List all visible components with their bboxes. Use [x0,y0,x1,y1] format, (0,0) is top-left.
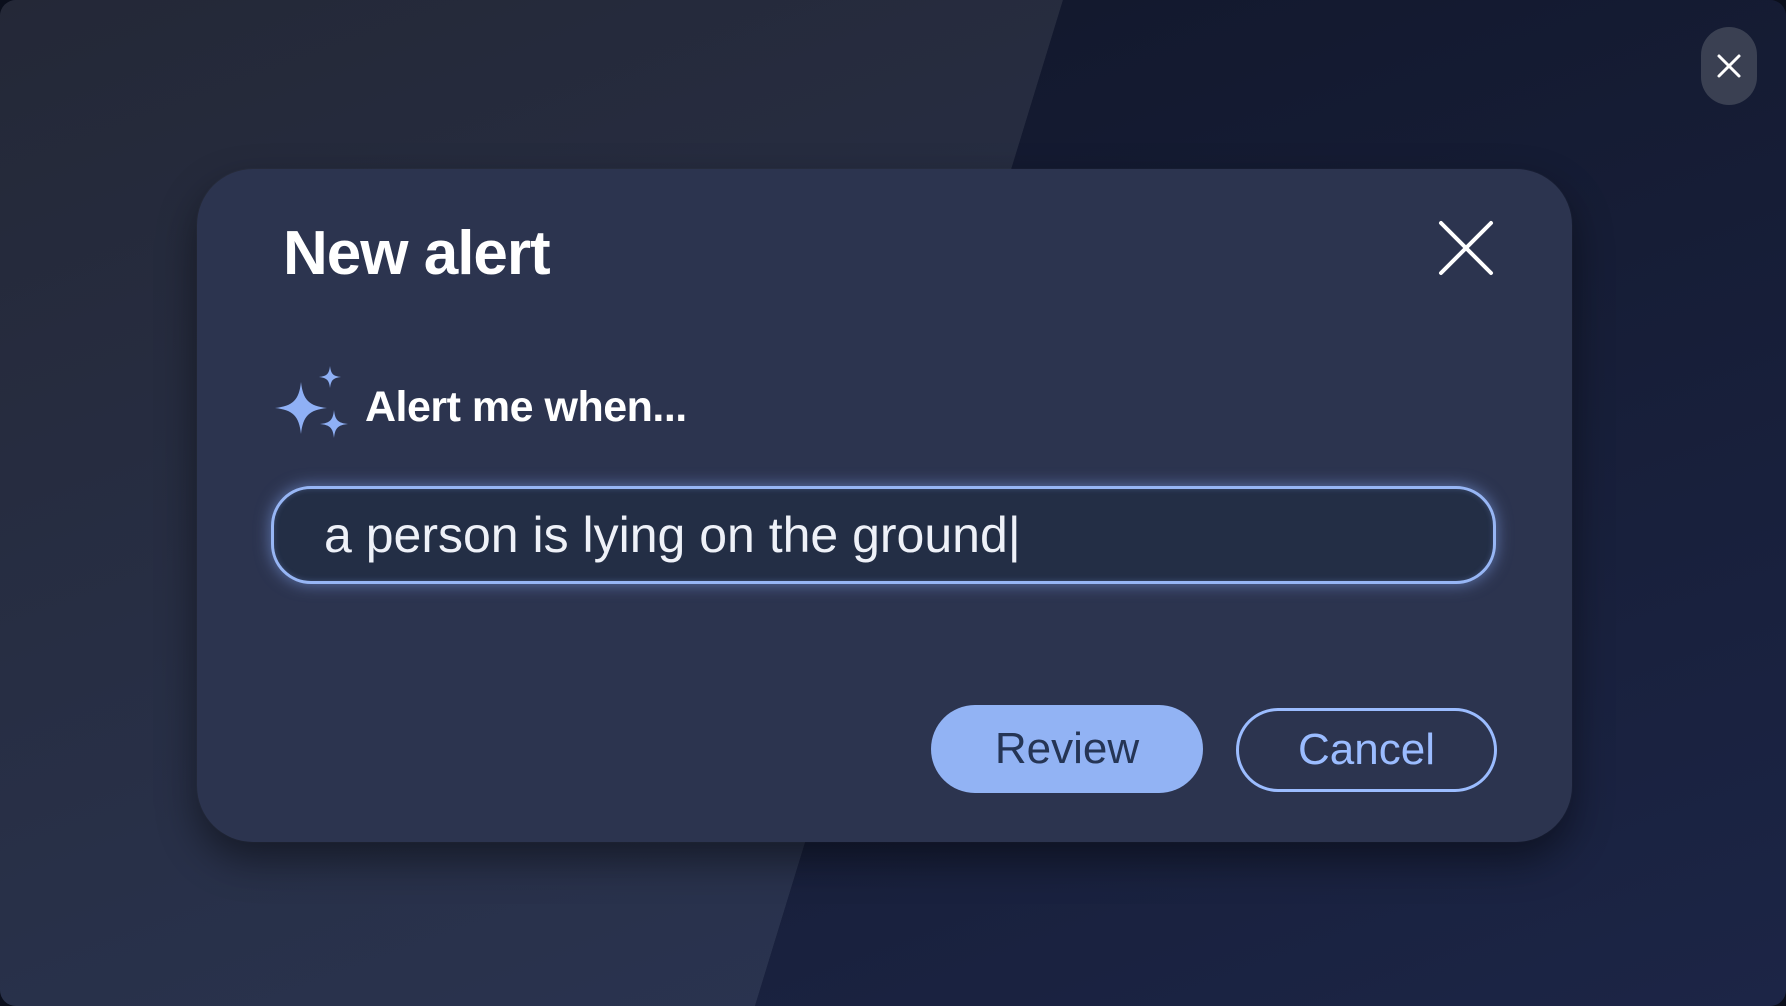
new-alert-dialog: New alert Alert me when... Review Cancel [197,169,1572,842]
close-icon [1717,54,1741,78]
prompt-row: Alert me when... [271,362,687,452]
close-icon [1439,221,1493,275]
cancel-button[interactable]: Cancel [1236,708,1497,792]
alert-condition-input[interactable] [274,489,1493,581]
dialog-title: New alert [283,219,551,288]
prompt-label: Alert me when... [365,382,687,431]
dialog-close-button[interactable] [1437,219,1495,277]
overlay-close-button[interactable] [1701,27,1757,105]
alert-condition-field [271,486,1496,584]
screen-backdrop: New alert Alert me when... Review Cancel [0,0,1786,1006]
review-button[interactable]: Review [931,705,1203,793]
sparkle-icon [275,366,348,438]
